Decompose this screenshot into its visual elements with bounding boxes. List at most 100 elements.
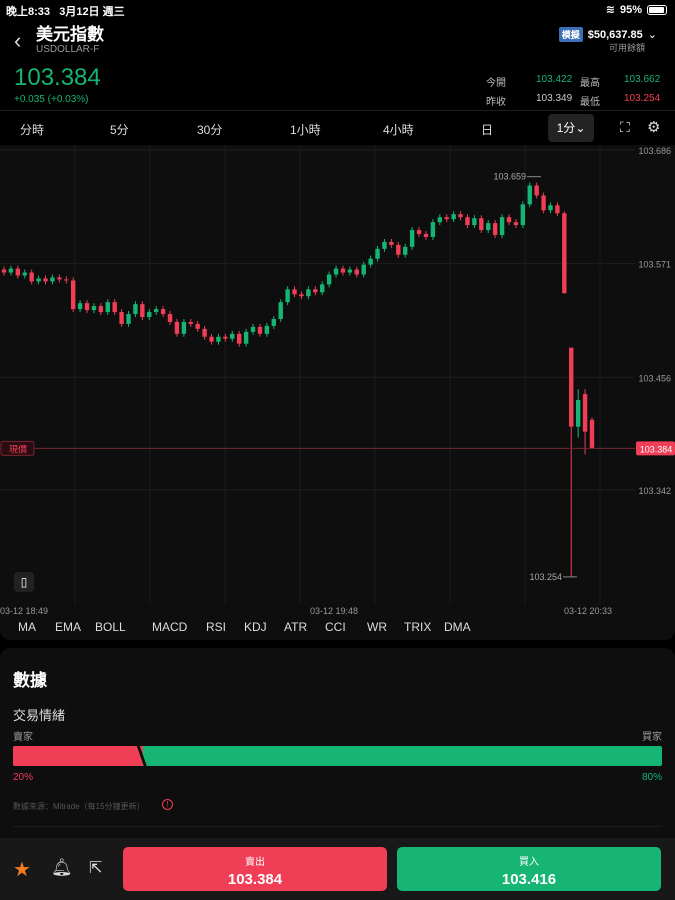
candle-body [1, 269, 7, 273]
candle-body [140, 304, 145, 318]
candle-body [354, 269, 359, 275]
indicator-trix[interactable]: TRIX [404, 620, 431, 634]
indicator-cci[interactable]: CCI [325, 620, 346, 634]
candle-body [375, 248, 380, 259]
candle [368, 255, 373, 268]
section-title: 數據 [13, 671, 47, 690]
symbol: USDOLLAR-F [36, 44, 100, 55]
candle [534, 182, 539, 199]
bell-alert-icon[interactable]: 🔔︎ [51, 858, 73, 878]
candle-body [326, 274, 332, 285]
candle-body [320, 284, 325, 293]
candle [147, 309, 152, 320]
buy-button[interactable]: 買入 103.416 [397, 847, 661, 891]
indicator-atr[interactable]: ATR [284, 620, 307, 634]
settings-gear-icon[interactable]: ⚙ [647, 118, 660, 136]
candle-body [472, 218, 477, 226]
time-label: 03-12 20:33 [564, 606, 613, 616]
indicator-dma[interactable]: DMA [444, 620, 471, 634]
candle [320, 281, 325, 296]
timeframe-dropdown[interactable]: 1分⌄ [548, 114, 594, 142]
price-change: +0.035 (+0.03%) [14, 94, 89, 105]
low-annotation: 103.254 [529, 572, 562, 582]
stat-prev-close: 103.349 [536, 93, 573, 104]
indicator-kdj[interactable]: KDJ [244, 620, 267, 634]
battery-percent: 95% [619, 3, 642, 16]
candle-body [181, 321, 187, 334]
candle-body [257, 326, 263, 334]
candle [57, 274, 62, 283]
candlestick-chart[interactable]: 103.686 103.571 103.456 103.342 103.659 103.2… [0, 145, 675, 605]
candle-body [271, 318, 276, 326]
candle [29, 269, 34, 285]
candle [506, 214, 512, 226]
candle-body [237, 333, 242, 344]
info-alert-icon[interactable]: ! [162, 799, 173, 810]
candle [64, 276, 69, 284]
candle-body [396, 244, 401, 255]
tab-1h[interactable]: 1小時 [290, 121, 321, 138]
candle-body [112, 302, 117, 313]
stat-label: 最低 [580, 97, 600, 108]
candle-body [84, 303, 90, 311]
tab-4h[interactable]: 4小時 [383, 121, 414, 138]
buy-price: 103.416 [501, 871, 557, 888]
candle [527, 182, 532, 208]
account-selector[interactable]: 模擬 $50,637.85 ⌄ [558, 27, 657, 42]
stat-label: 最高 [580, 78, 600, 89]
candle [119, 309, 124, 327]
candle [306, 286, 311, 300]
candle [326, 271, 332, 288]
candle [250, 323, 256, 335]
candle-body [492, 223, 498, 235]
candle [160, 306, 166, 318]
seller-pct: 20% [13, 772, 34, 783]
candle-body [569, 347, 574, 427]
candle [43, 275, 48, 285]
candle-body [292, 289, 297, 295]
candle-body [70, 280, 76, 310]
rotate-screen-icon[interactable]: ▯ [14, 572, 34, 592]
candle-body [403, 246, 408, 255]
stat-high: 103.662 [624, 74, 661, 85]
tab-5m[interactable]: 5分 [110, 121, 129, 138]
favorite-star-icon[interactable]: ★ [13, 857, 31, 882]
price-tick-label: 103.571 [638, 260, 671, 270]
candle [209, 333, 214, 345]
candle [153, 306, 159, 316]
candle-body [209, 336, 214, 342]
candle [188, 318, 193, 327]
indicator-wr[interactable]: WR [367, 620, 387, 634]
candle [285, 286, 290, 306]
candle [396, 241, 401, 258]
candle-body [126, 314, 131, 324]
battery-icon [647, 4, 667, 15]
candle [375, 245, 380, 262]
candle-body [409, 230, 415, 247]
indicator-macd[interactable]: MACD [152, 620, 187, 634]
candle-body [451, 214, 456, 220]
candle-body [105, 302, 110, 313]
buy-label: 買入 [519, 857, 539, 868]
share-icon[interactable]: ⇱ [89, 858, 102, 878]
indicator-rsi[interactable]: RSI [206, 620, 226, 634]
indicator-ma[interactable]: MA [18, 620, 36, 634]
indicator-ema[interactable]: EMA [55, 620, 81, 634]
tab-day[interactable]: 日 [481, 121, 493, 138]
candle-body [22, 272, 27, 276]
tab-timeshare[interactable]: 分時 [20, 121, 44, 138]
back-icon[interactable]: ‹ [14, 28, 21, 54]
candle-body [216, 336, 221, 342]
candle [271, 316, 276, 329]
candle [36, 275, 41, 285]
candle-body [499, 217, 505, 235]
candle-body [278, 302, 283, 319]
indicator-boll[interactable]: BOLL [95, 620, 126, 634]
candle-body [91, 306, 97, 311]
status-date: 3月12日 週三 [59, 6, 125, 18]
fullscreen-icon[interactable]: ⛶ [620, 119, 630, 136]
data-card: 數據 交易情緒 賣家 買家 20% 80% 數據來源：Mitrade（每15分鐘… [0, 648, 675, 838]
sell-price: 103.384 [227, 871, 283, 888]
tab-30m[interactable]: 30分 [197, 121, 222, 138]
sell-button[interactable]: 賣出 103.384 [123, 847, 387, 891]
